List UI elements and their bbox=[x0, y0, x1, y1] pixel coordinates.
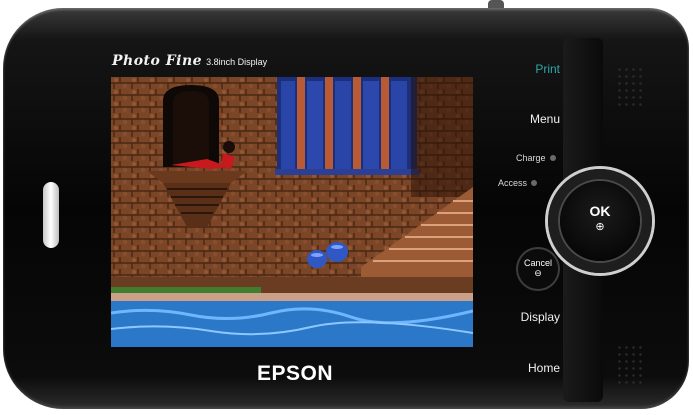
speaker-grille-bottom bbox=[616, 344, 646, 388]
charge-light bbox=[549, 155, 556, 161]
brand-line: Photo Fine 3.8inch Display bbox=[112, 52, 267, 70]
speaker-grille-top bbox=[616, 66, 646, 110]
print-button[interactable]: Print bbox=[535, 62, 560, 76]
power-button[interactable] bbox=[488, 0, 504, 8]
access-label: Access bbox=[498, 178, 528, 188]
ok-button[interactable]: OK ⊕ bbox=[560, 181, 640, 261]
access-light bbox=[531, 180, 538, 186]
display-button[interactable]: Display bbox=[521, 310, 560, 324]
brand-subtitle: 3.8inch Display bbox=[206, 57, 268, 67]
zoom-in-icon: ⊕ bbox=[595, 221, 605, 233]
vendor-logo: EPSON bbox=[256, 362, 334, 385]
access-indicator: Access bbox=[498, 178, 538, 188]
ok-label: OK bbox=[589, 203, 611, 219]
home-button[interactable]: Home bbox=[528, 361, 560, 375]
cancel-button[interactable]: Cancel ⊖ bbox=[518, 249, 558, 289]
brand-name: Photo Fine bbox=[112, 53, 203, 69]
charge-label: Charge bbox=[516, 153, 546, 163]
charge-indicator: Charge bbox=[516, 153, 556, 163]
side-slot bbox=[43, 182, 59, 248]
screen-photo bbox=[111, 77, 473, 347]
zoom-out-icon: ⊖ bbox=[534, 268, 542, 278]
menu-button[interactable]: Menu bbox=[530, 112, 560, 126]
cancel-label: Cancel bbox=[523, 258, 552, 268]
display-screen bbox=[111, 77, 473, 347]
